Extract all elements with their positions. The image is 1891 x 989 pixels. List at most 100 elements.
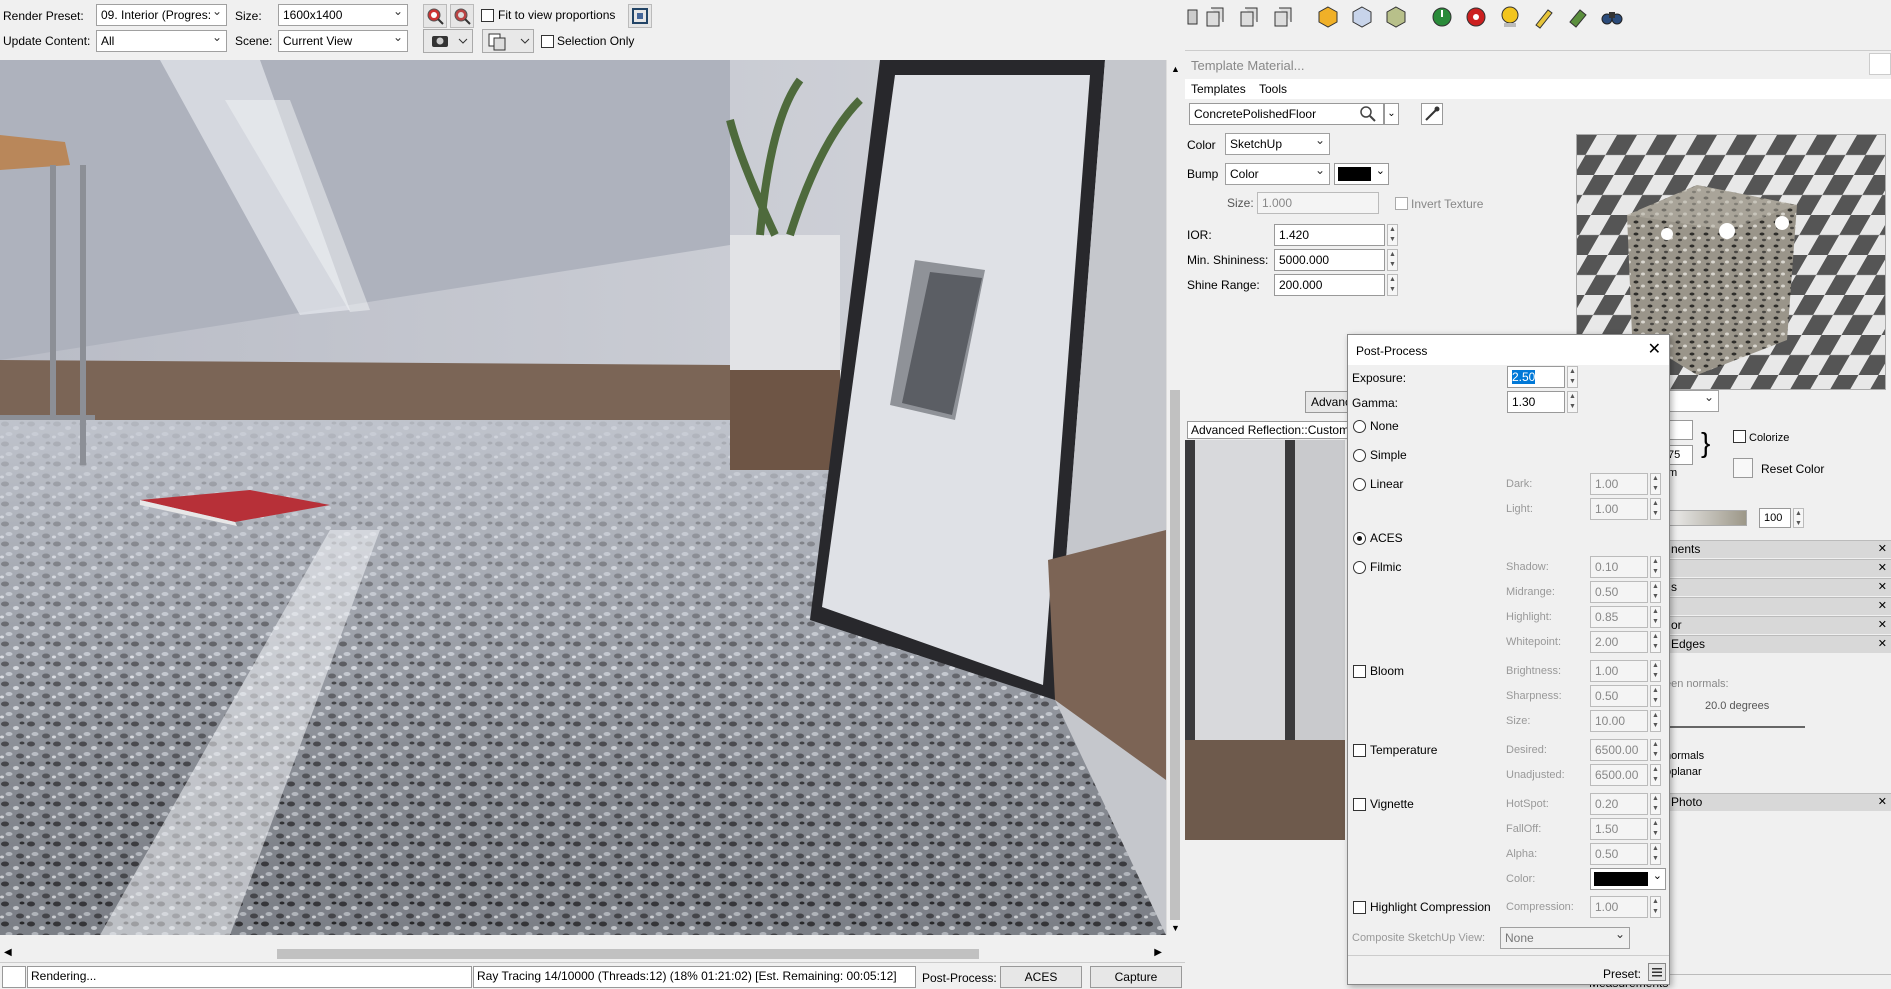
view-left-icon[interactable] xyxy=(1271,4,1301,34)
midrange-field[interactable]: 0.50 xyxy=(1590,581,1648,603)
sharpness-spinner[interactable]: ▲ ▼ xyxy=(1650,685,1661,707)
menu-tools[interactable]: Tools xyxy=(1259,82,1287,96)
selection-only-checkbox[interactable] xyxy=(541,35,554,48)
alpha-spinner[interactable]: ▲ ▼ xyxy=(1650,843,1661,865)
hotspot-field[interactable]: 0.20 xyxy=(1590,793,1648,815)
min-shininess-spinner[interactable]: ▲ ▼ xyxy=(1387,249,1398,271)
shine-range-field[interactable]: 200.000 xyxy=(1274,274,1385,296)
tray-row-edges[interactable]: Edges ✕ xyxy=(1665,635,1891,653)
size-select[interactable]: 1600x1400 xyxy=(278,4,408,26)
unadjusted-spinner[interactable]: ▲ ▼ xyxy=(1650,764,1661,786)
tray-row-5[interactable]: or ✕ xyxy=(1665,616,1891,634)
tonemap-aces-radio[interactable] xyxy=(1353,532,1366,545)
ior-field[interactable]: 1.420 xyxy=(1274,224,1385,246)
whitepoint-spinner[interactable]: ▲ ▼ xyxy=(1650,631,1661,653)
status-postprocess-button[interactable]: ACES xyxy=(1000,966,1082,988)
min-shininess-field[interactable]: 5000.000 xyxy=(1274,249,1385,271)
ior-spinner[interactable]: ▲ ▼ xyxy=(1387,224,1398,246)
alpha-field[interactable]: 0.50 xyxy=(1590,843,1648,865)
unadjusted-field[interactable]: 6500.00 xyxy=(1590,764,1648,786)
zoom-out-icon[interactable] xyxy=(450,4,474,28)
shadow-field[interactable]: 0.10 xyxy=(1590,556,1648,578)
view-back-icon[interactable] xyxy=(1237,4,1267,34)
light-field[interactable]: 1.00 xyxy=(1590,498,1648,520)
close-icon[interactable]: ✕ xyxy=(1878,560,1887,577)
bump-select[interactable]: Color xyxy=(1225,163,1330,185)
falloff-field[interactable]: 1.50 xyxy=(1590,818,1648,840)
brightness-spinner[interactable]: ▲ ▼ xyxy=(1650,660,1661,682)
tray-row-3[interactable]: s ✕ xyxy=(1665,578,1891,596)
close-icon[interactable]: ✕ xyxy=(1878,794,1887,811)
highlight-spinner[interactable]: ▲ ▼ xyxy=(1650,606,1661,628)
light-icon[interactable] xyxy=(1497,4,1527,34)
gamma-spinner[interactable]: ▲ ▼ xyxy=(1567,391,1578,413)
gamma-field[interactable]: 1.30 xyxy=(1507,391,1565,413)
search-icon[interactable] xyxy=(1358,104,1378,124)
stop-icon[interactable] xyxy=(1463,4,1493,34)
highlight-compression-checkbox[interactable] xyxy=(1353,901,1366,914)
sharpness-field[interactable]: 0.50 xyxy=(1590,685,1648,707)
close-icon[interactable]: ✕ xyxy=(1648,339,1661,359)
view-right-icon[interactable] xyxy=(1203,4,1233,34)
eyedropper-icon[interactable] xyxy=(1421,103,1443,125)
close-icon[interactable]: ✕ xyxy=(1878,598,1887,615)
close-icon[interactable]: ✕ xyxy=(1878,617,1887,634)
fit-frame-icon[interactable] xyxy=(628,4,652,28)
temperature-checkbox[interactable] xyxy=(1353,744,1366,757)
close-icon[interactable]: ✕ xyxy=(1878,541,1887,558)
material-name-field[interactable]: ConcretePolishedFloor xyxy=(1189,103,1384,125)
shadow-spinner[interactable]: ▲ ▼ xyxy=(1650,556,1661,578)
midrange-spinner[interactable]: ▲ ▼ xyxy=(1650,581,1661,603)
bloom-size-field[interactable]: 10.00 xyxy=(1590,710,1648,732)
textured-style-icon[interactable] xyxy=(1383,4,1413,34)
close-icon[interactable]: ✕ xyxy=(1878,579,1887,596)
falloff-spinner[interactable]: ▲ ▼ xyxy=(1650,818,1661,840)
capture-button[interactable]: Capture xyxy=(1090,966,1182,988)
bump-color-picker[interactable]: ⌄ xyxy=(1334,163,1389,185)
opacity-value[interactable]: 100 xyxy=(1759,508,1791,528)
vignette-checkbox[interactable] xyxy=(1353,798,1366,811)
compression-field[interactable]: 1.00 xyxy=(1590,896,1648,918)
opacity-slider[interactable] xyxy=(1665,510,1747,526)
invert-texture-checkbox[interactable] xyxy=(1395,197,1408,210)
opacity-spinner[interactable]: ▲ ▼ xyxy=(1793,508,1804,528)
degrees-slider[interactable] xyxy=(1665,726,1805,728)
render-preset-select[interactable]: 09. Interior (Progres: xyxy=(96,4,227,26)
dark-field[interactable]: 1.00 xyxy=(1590,473,1648,495)
tray-row-4[interactable]: ✕ xyxy=(1665,597,1891,615)
tonemap-simple-radio[interactable] xyxy=(1353,449,1366,462)
pen-icon[interactable] xyxy=(1531,4,1561,34)
zoom-in-icon[interactable] xyxy=(423,4,447,28)
desired-field[interactable]: 6500.00 xyxy=(1590,739,1648,761)
tray-row-components[interactable]: nents ✕ xyxy=(1665,540,1891,558)
texture-size-field[interactable]: 1.000 xyxy=(1257,192,1379,214)
compression-spinner[interactable]: ▲ ▼ xyxy=(1650,896,1661,918)
tonemap-none-radio[interactable] xyxy=(1353,420,1366,433)
wireframe-style-icon[interactable] xyxy=(1349,4,1379,34)
menu-templates[interactable]: Templates xyxy=(1191,82,1246,96)
bloom-size-spinner[interactable]: ▲ ▼ xyxy=(1650,710,1661,732)
highlight-field[interactable]: 0.85 xyxy=(1590,606,1648,628)
desired-spinner[interactable]: ▲ ▼ xyxy=(1650,739,1661,761)
bloom-checkbox[interactable] xyxy=(1353,665,1366,678)
material-name-dropdown[interactable]: ⌄ xyxy=(1384,103,1399,125)
tonemap-filmic-radio[interactable] xyxy=(1353,561,1366,574)
colorize-checkbox[interactable] xyxy=(1733,430,1746,443)
paint-icon[interactable] xyxy=(1565,4,1595,34)
whitepoint-field[interactable]: 2.00 xyxy=(1590,631,1648,653)
hotspot-spinner[interactable]: ▲ ▼ xyxy=(1650,793,1661,815)
tray-row-photo[interactable]: Photo ✕ xyxy=(1665,793,1891,811)
color-select[interactable]: SketchUp xyxy=(1225,133,1330,155)
viewport-horizontal-scrollbar[interactable]: ◀ ▶ xyxy=(0,946,1166,962)
brightness-field[interactable]: 1.00 xyxy=(1590,660,1648,682)
fit-to-view-checkbox[interactable] xyxy=(481,9,494,22)
power-icon[interactable] xyxy=(1429,4,1459,34)
material-close-box[interactable] xyxy=(1869,53,1891,75)
update-content-select[interactable]: All xyxy=(96,30,227,52)
close-icon[interactable]: ✕ xyxy=(1878,636,1887,653)
light-spinner[interactable]: ▲ ▼ xyxy=(1650,498,1661,520)
exposure-spinner[interactable]: ▲ ▼ xyxy=(1567,366,1578,388)
binoculars-icon[interactable] xyxy=(1599,4,1629,34)
composite-select[interactable]: None xyxy=(1500,927,1630,949)
copy-dropdown[interactable] xyxy=(482,29,534,53)
